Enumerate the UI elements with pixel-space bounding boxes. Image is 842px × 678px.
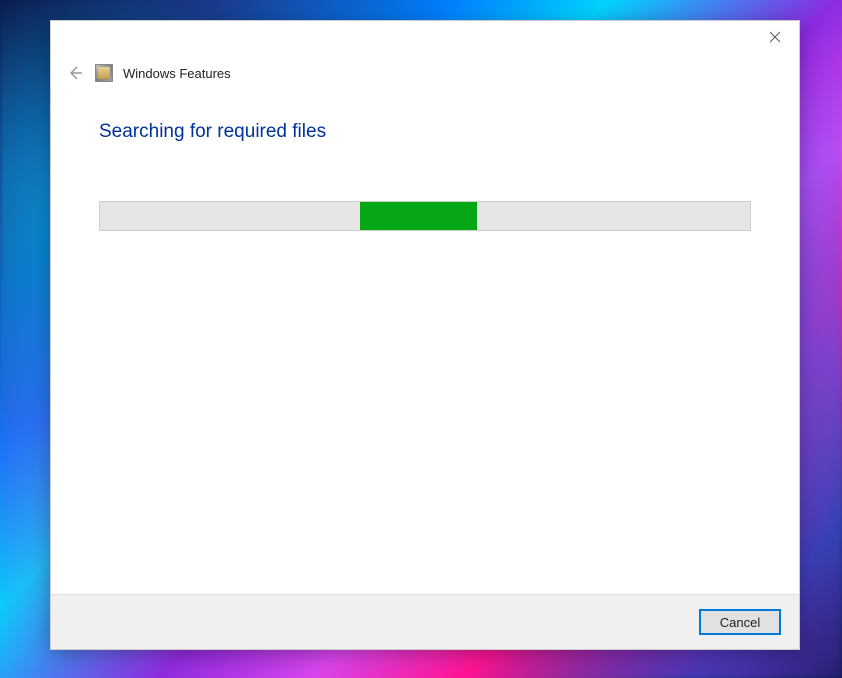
progress-fill	[360, 202, 477, 230]
header-row: Windows Features	[51, 53, 799, 91]
progress-bar	[99, 201, 751, 231]
cancel-button[interactable]: Cancel	[699, 609, 781, 635]
dialog-footer: Cancel	[51, 594, 799, 649]
close-icon	[769, 31, 781, 43]
back-button	[65, 63, 85, 83]
close-button[interactable]	[763, 25, 787, 49]
arrow-left-icon	[67, 65, 83, 81]
content-area: Searching for required files	[51, 91, 799, 594]
titlebar	[51, 21, 799, 53]
windows-features-dialog: Windows Features Searching for required …	[50, 20, 800, 650]
windows-features-icon	[95, 64, 113, 82]
page-heading: Searching for required files	[99, 121, 751, 143]
window-title: Windows Features	[123, 66, 231, 81]
